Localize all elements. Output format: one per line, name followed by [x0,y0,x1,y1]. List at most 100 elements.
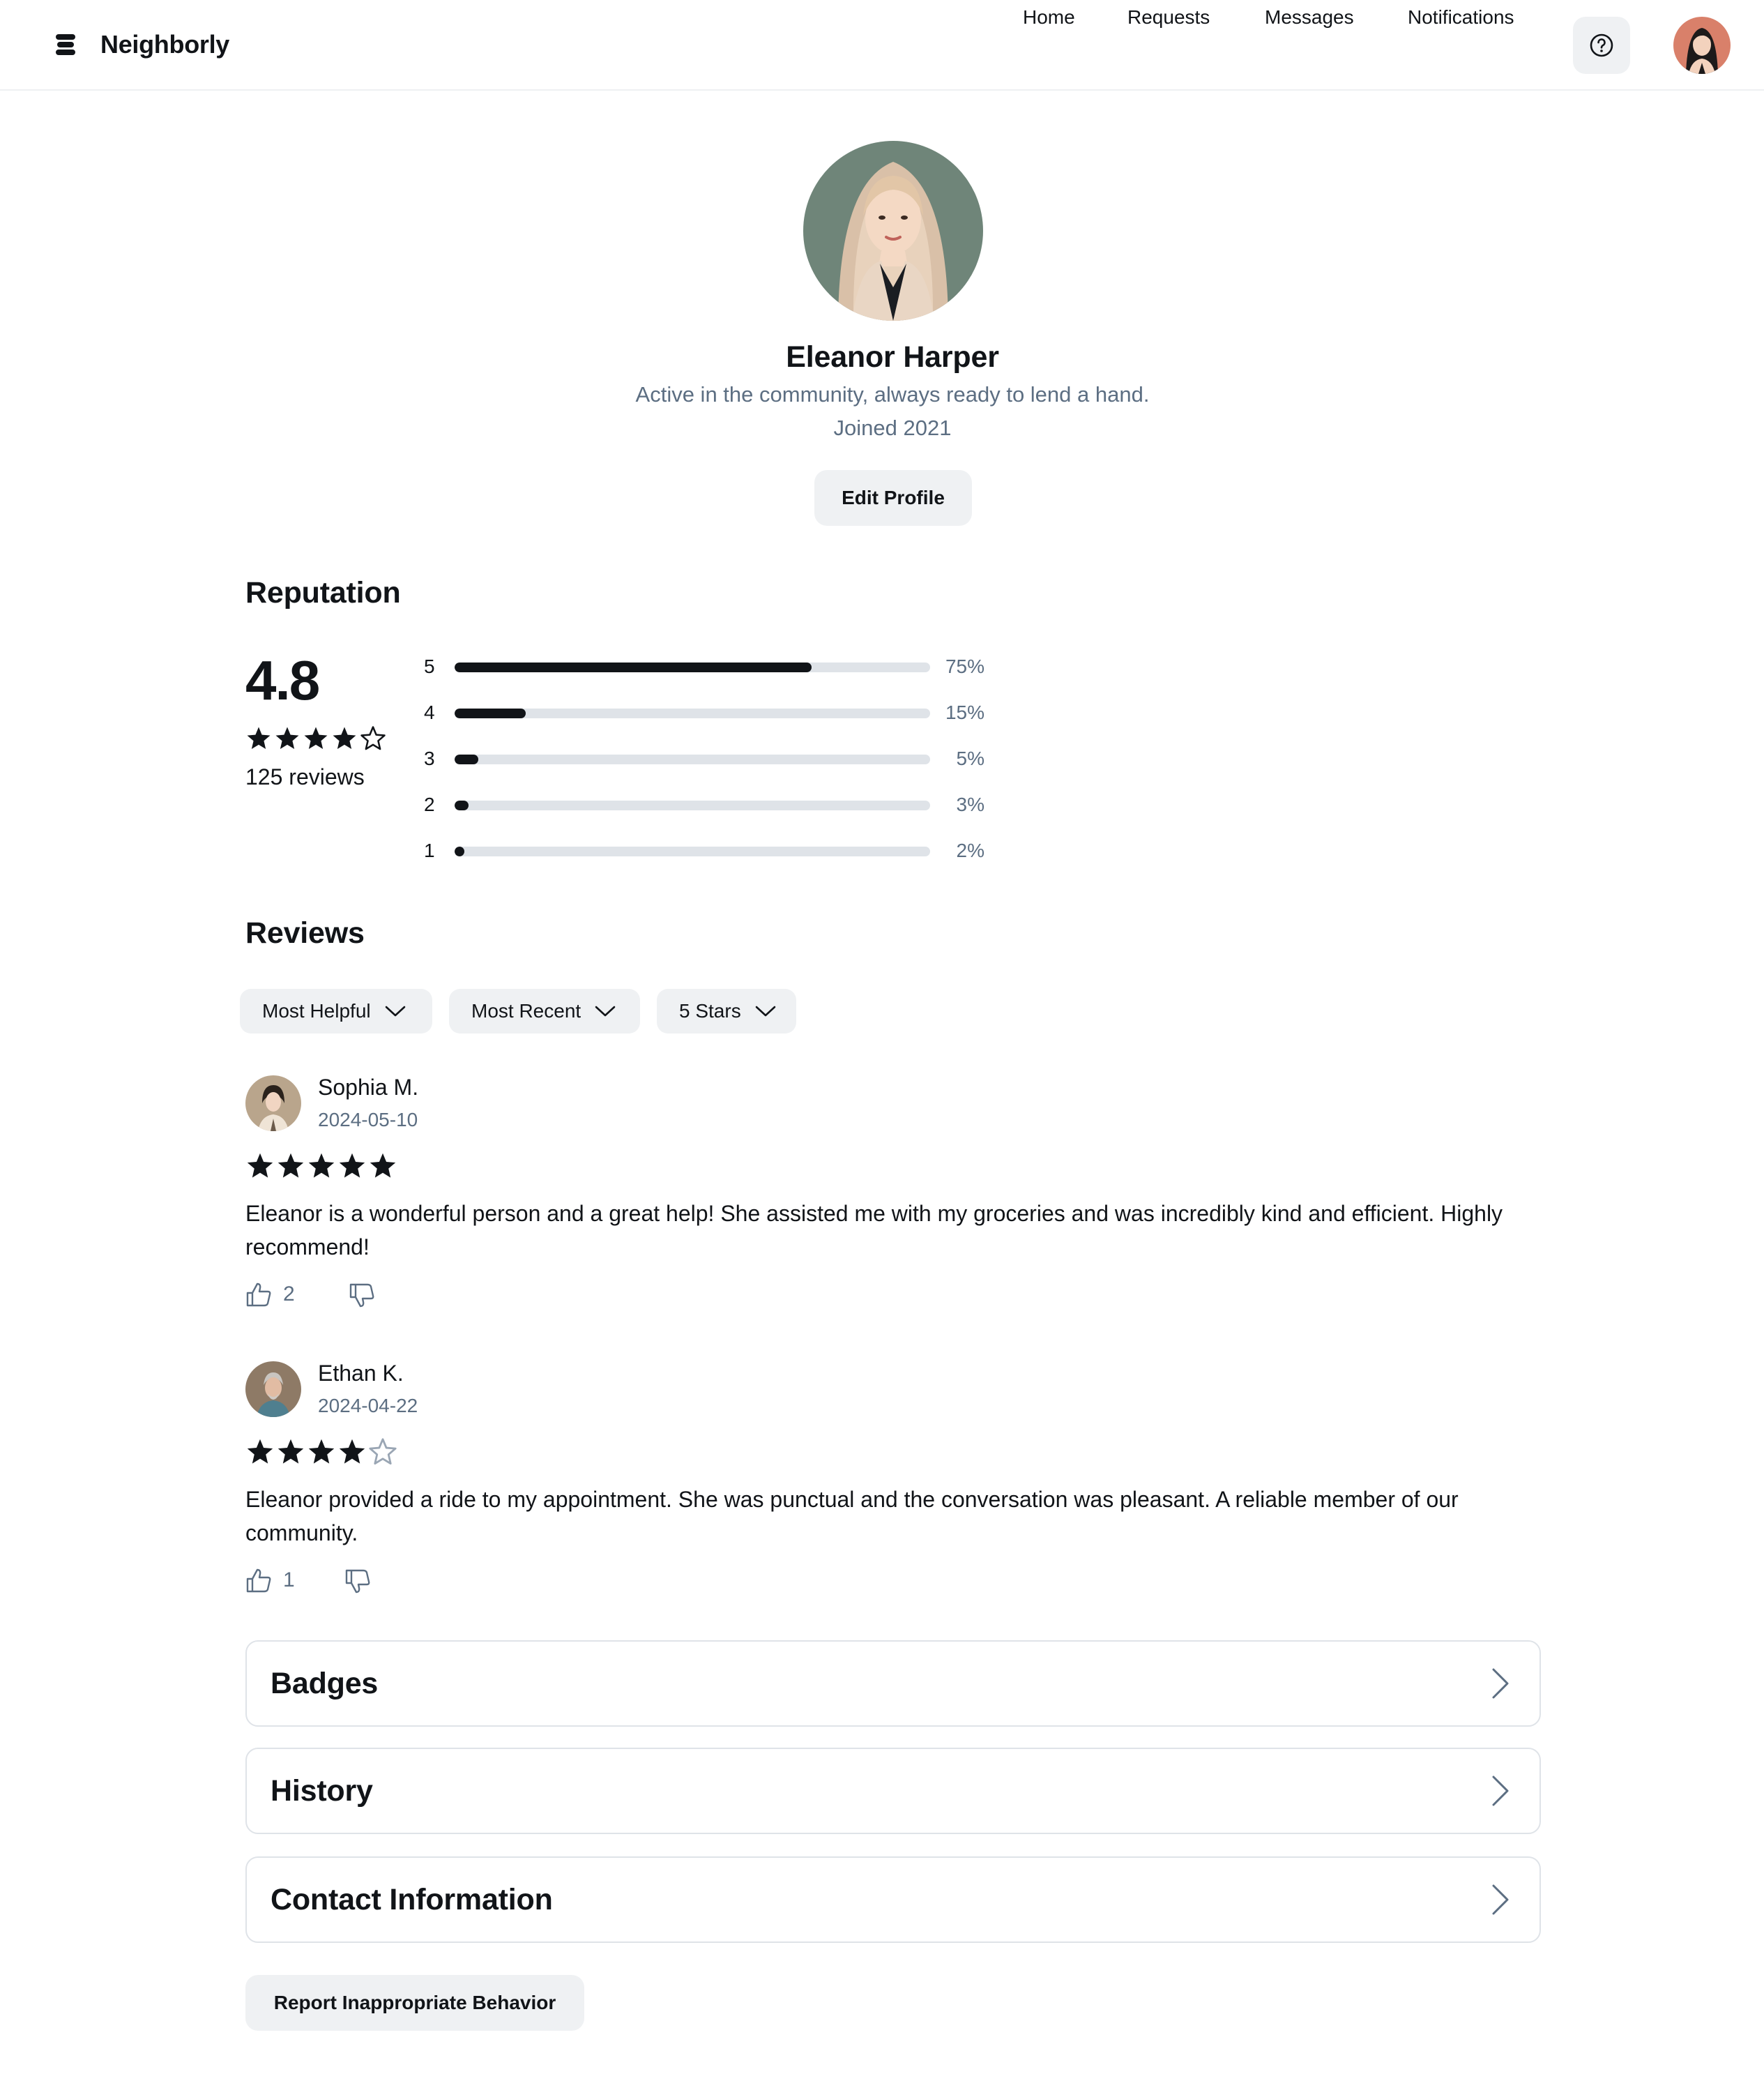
star-filled-icon [304,727,328,750]
star-filled-icon [247,727,271,750]
rating-bar-label: 5 [424,656,435,677]
help-circle-icon [1590,33,1613,57]
rating-bar-track [455,663,930,672]
profile-name: Eleanor Harper [786,340,999,374]
thumbs-down-icon [345,1569,370,1594]
rating-bar-label: 4 [424,702,435,723]
rating-bar-percent: 75% [945,656,984,677]
filter-label: Most Recent [471,1000,581,1022]
review-count: 125 reviews [245,764,365,789]
chevron-right-icon [1492,1884,1509,1915]
section-title: History [271,1773,373,1808]
not-helpful-vote-button[interactable] [344,1569,371,1594]
rating-bar-label: 2 [424,794,435,815]
rating-bar-percent: 5% [956,748,984,769]
star-empty-icon [360,726,386,750]
not-helpful-vote-button[interactable] [349,1283,375,1308]
helpful-count: 2 [283,1282,295,1305]
profile-bio: Active in the community, always ready to… [635,382,1150,407]
top-navigation-bar: Neighborly Home Requests Messages Notifi… [0,0,1764,91]
section-title: Contact Information [271,1882,553,1916]
chevron-down-icon [385,1006,405,1017]
rating-bar-label: 1 [424,840,435,861]
sort-most-helpful-dropdown[interactable]: Most Helpful [240,989,432,1034]
reviewer-portrait-icon [245,1361,301,1417]
sort-most-recent-dropdown[interactable]: Most Recent [449,989,640,1034]
rating-bar-3: 3 5% [424,745,996,773]
brand[interactable]: Neighborly [54,25,229,64]
rating-bar-fill [455,847,464,856]
review-date: 2024-05-10 [318,1109,418,1130]
chevron-right-icon [1492,1668,1509,1699]
app-name: Neighborly [100,30,230,59]
star-empty-icon [369,1438,397,1465]
profile-avatar [803,141,983,321]
chevron-down-icon [755,1006,776,1017]
rating-bar-2: 2 3% [424,791,996,819]
edit-profile-button[interactable]: Edit Profile [814,470,972,526]
average-rating: 4.8 [245,649,320,711]
rating-bar-fill [455,755,479,764]
helpful-vote-button[interactable]: 2 [245,1282,295,1307]
helpful-count: 1 [283,1568,295,1591]
review-text: Eleanor is a wonderful person and a grea… [245,1201,1503,1259]
filter-stars-dropdown[interactable]: 5 Stars [657,989,796,1034]
reputation-heading: Reputation [245,576,401,610]
star-filled-icon [308,1439,335,1464]
profile-portrait-icon [803,141,983,321]
rating-bar-track [455,755,930,764]
rating-bar-percent: 15% [945,702,984,723]
filter-label: 5 Stars [679,1000,741,1022]
rating-bar-percent: 3% [956,794,984,815]
rating-bar-4: 4 15% [424,699,996,727]
reviewer-portrait-icon [245,1075,301,1131]
star-filled-icon [247,1439,273,1464]
thumbs-up-icon [246,1568,271,1593]
star-filled-icon [333,727,356,750]
star-filled-icon [275,727,299,750]
rating-bar-percent: 2% [956,840,984,861]
rating-bar-track [455,801,930,810]
thumbs-down-icon [349,1283,374,1308]
logo-icon [56,34,75,55]
rating-bar-fill [455,709,526,718]
user-avatar[interactable] [1673,17,1731,74]
rating-bar-label: 3 [424,748,435,769]
history-section[interactable]: History [245,1748,1541,1834]
review-rating-stars [245,1437,399,1467]
filter-label: Most Helpful [262,1000,371,1022]
rating-bar-1: 1 2% [424,837,996,865]
reviews-heading: Reviews [245,916,365,950]
reviewer-avatar [245,1075,301,1131]
chevron-down-icon [595,1006,616,1017]
rating-bar-5: 5 75% [424,653,996,681]
help-button[interactable] [1573,17,1630,74]
rating-bar-track [455,709,930,718]
review-text: Eleanor provided a ride to my appointmen… [245,1487,1459,1545]
nav-link-messages[interactable]: Messages [1265,0,1354,35]
rating-bar-fill [455,801,469,810]
nav-link-home[interactable]: Home [1023,0,1075,35]
reviewer-avatar [245,1361,301,1417]
section-title: Badges [271,1666,379,1700]
review-date: 2024-04-22 [318,1395,418,1416]
badges-section[interactable]: Badges [245,1640,1541,1727]
review-rating-stars [245,1151,399,1181]
star-filled-icon [308,1153,335,1178]
report-behavior-button[interactable]: Report Inappropriate Behavior [245,1975,584,2031]
contact-information-section[interactable]: Contact Information [245,1856,1541,1943]
nav-link-requests[interactable]: Requests [1127,0,1210,35]
average-rating-stars [245,725,388,752]
star-filled-icon [339,1153,365,1178]
reviewer-name: Ethan K. [318,1361,404,1386]
star-filled-icon [277,1439,304,1464]
profile-joined-date: Joined 2021 [833,416,952,440]
thumbs-up-icon [246,1282,271,1307]
helpful-vote-button[interactable]: 1 [245,1568,295,1593]
avatar-portrait-icon [1673,17,1731,74]
star-filled-icon [277,1153,304,1178]
chevron-right-icon [1492,1776,1509,1806]
star-filled-icon [370,1153,396,1178]
star-filled-icon [339,1439,365,1464]
nav-link-notifications[interactable]: Notifications [1408,0,1514,35]
